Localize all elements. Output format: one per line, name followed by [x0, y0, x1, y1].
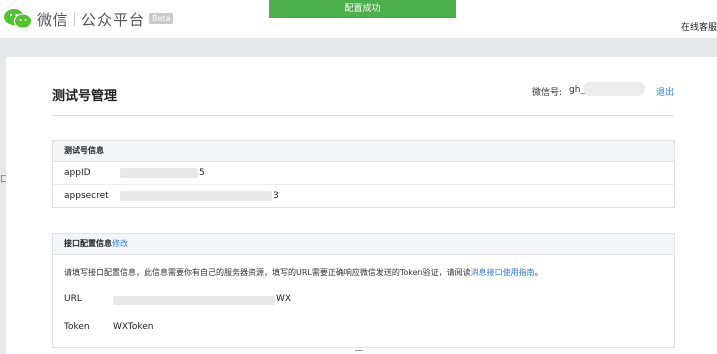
appid-row: appID 5 [53, 162, 674, 185]
wechat-logo[interactable]: 微信 公众平台 Beta [4, 8, 174, 30]
brand-divider [74, 12, 76, 26]
url-redacted [113, 296, 275, 305]
wechat-id-label: 微信号: [532, 88, 563, 98]
scroll-indicator [355, 350, 363, 351]
title-divider [52, 115, 674, 116]
online-service-link[interactable]: 在线客服 [681, 20, 717, 33]
success-banner: 配置成功 [269, 0, 456, 18]
appsecret-redacted [120, 191, 272, 201]
test-account-panel: 测试号信息 appID 5 appsecret 3 [52, 140, 675, 208]
brand-name: 微信 [37, 10, 69, 29]
url-value: WX [276, 294, 292, 304]
token-value: WXToken [113, 322, 154, 332]
page-title: 测试号管理 [52, 89, 118, 104]
appid-redacted [120, 168, 198, 178]
top-bar: 微信 公众平台 Beta 配置成功 在线客服 [0, 0, 717, 39]
test-account-heading: 测试号信息 [53, 141, 674, 162]
appid-label: appID [64, 168, 91, 178]
interface-config-description: 请填写接口配置信息，此信息需要你有自己的服务器资源，填写的URL需要正确响应微信… [53, 255, 674, 278]
main-content: 测试号管理 微信号: gh_ 退出 测试号信息 appID 5 appsecre… [6, 57, 717, 354]
message-interface-guide-link[interactable]: 消息接口使用指南 [471, 268, 535, 277]
product-name: 公众平台 [81, 10, 146, 29]
edit-link[interactable]: 修改 [112, 239, 128, 248]
wechat-chat-bubbles-icon [4, 9, 32, 29]
appsecret-label: appsecret [64, 191, 109, 201]
appid-value: 5 [199, 168, 205, 178]
interface-config-panel: 接口配置信息修改 请填写接口配置信息，此信息需要你有自己的服务器资源，填写的UR… [52, 233, 675, 348]
wechat-id-redacted [583, 82, 645, 96]
url-label: URL [64, 294, 82, 304]
token-label: Token [64, 322, 90, 332]
description-suffix: 。 [534, 268, 543, 277]
interface-config-title: 接口配置信息 [64, 239, 112, 248]
description-text: 请填写接口配置信息，此信息需要你有自己的服务器资源，填写的URL需要正确响应微信… [64, 268, 471, 277]
interface-config-heading: 接口配置信息修改 [53, 234, 674, 255]
logout-link[interactable]: 退出 [656, 85, 674, 98]
appsecret-value: 3 [273, 191, 279, 201]
beta-badge: Beta [149, 12, 174, 24]
appsecret-row: appsecret 3 [53, 185, 674, 207]
